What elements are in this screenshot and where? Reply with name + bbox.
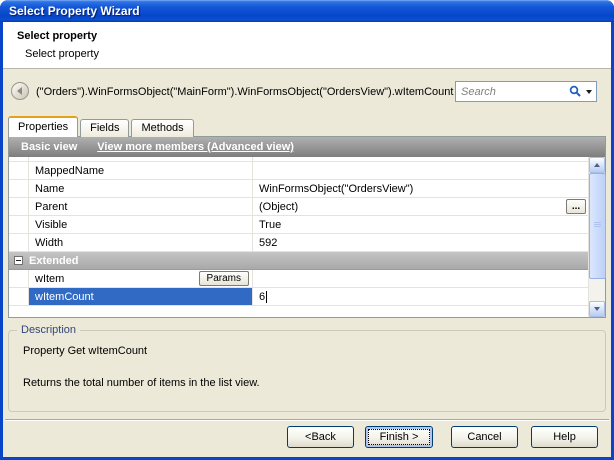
tab-label: Fields — [90, 122, 119, 134]
property-row-witemcount[interactable]: wItemCount 6 — [9, 288, 588, 306]
property-row-witem[interactable]: wItem Params — [9, 270, 588, 288]
tab-properties[interactable]: Properties — [8, 116, 78, 137]
scroll-up-icon — [594, 163, 600, 167]
search-box[interactable] — [455, 81, 597, 102]
tab-strip: Properties Fields Methods — [8, 116, 196, 137]
params-button[interactable]: Params — [199, 271, 249, 286]
row-gutter — [9, 198, 29, 215]
scrollbar-vertical[interactable] — [588, 157, 605, 317]
property-name: wItemCount — [29, 288, 253, 305]
property-row-mappedname[interactable]: MappedName — [9, 162, 588, 180]
category-row-extended[interactable]: Extended — [9, 252, 588, 270]
row-gutter — [9, 157, 29, 161]
scrollbar-thumb[interactable] — [589, 173, 606, 279]
search-icon[interactable] — [569, 85, 582, 98]
property-name-cell: wItem Params — [29, 270, 253, 287]
properties-panel: Basic view View more members (Advanced v… — [8, 136, 606, 318]
dialog-body: Select property Select property ("Orders… — [3, 22, 611, 457]
help-button[interactable]: Help — [531, 426, 598, 448]
cancel-button[interactable]: Cancel — [451, 426, 518, 448]
description-label: Description — [17, 324, 80, 336]
property-row-width[interactable]: Width 592 — [9, 234, 588, 252]
property-row-parent[interactable]: Parent (Object) ... — [9, 198, 588, 216]
scroll-down-icon — [594, 307, 600, 311]
property-value: (Object) — [259, 201, 298, 213]
property-value[interactable]: 592 — [253, 234, 588, 251]
property-value-cell[interactable]: (Object) ... — [253, 198, 588, 215]
property-name: MappedName — [29, 162, 253, 179]
advanced-view-link[interactable]: View more members (Advanced view) — [97, 141, 294, 153]
property-row-name[interactable]: Name WinFormsObject("OrdersView") — [9, 180, 588, 198]
chevron-down-icon[interactable] — [586, 90, 592, 94]
row-gutter — [9, 216, 29, 233]
property-value[interactable]: True — [253, 216, 588, 233]
tab-fields[interactable]: Fields — [80, 119, 129, 137]
title-bar[interactable]: Select Property Wizard — [0, 0, 614, 22]
property-grid-wrap: MappedName Name WinFormsObject("OrdersVi… — [9, 157, 605, 317]
wizard-window: Select Property Wizard Select property S… — [0, 0, 614, 460]
collapse-minus-icon[interactable] — [14, 256, 23, 265]
footer-divider — [5, 419, 609, 421]
description-text: Returns the total number of items in the… — [23, 377, 260, 389]
back-button[interactable]: <Back — [287, 426, 354, 448]
finish-button[interactable]: Finish > — [365, 426, 433, 448]
tab-label: Methods — [141, 122, 183, 134]
header-divider — [3, 68, 611, 69]
property-value-editor[interactable]: 6 — [253, 288, 588, 305]
scroll-down-button[interactable] — [589, 301, 605, 317]
row-gutter — [9, 180, 29, 197]
tab-methods[interactable]: Methods — [131, 119, 193, 137]
property-name: Parent — [29, 198, 253, 215]
property-name: wItem — [35, 273, 64, 285]
object-path: ("Orders").WinFormsObject("MainForm").Wi… — [36, 86, 453, 98]
property-name: Visible — [29, 216, 253, 233]
row-gutter — [9, 234, 29, 251]
category-label: Extended — [29, 255, 79, 267]
description-groupbox: Description Property Get wItemCount Retu… — [8, 330, 606, 412]
tab-label: Properties — [18, 121, 68, 133]
page-subtitle: Select property — [25, 48, 99, 60]
property-name: Name — [29, 180, 253, 197]
view-label: Basic view — [21, 141, 77, 153]
property-value — [253, 157, 588, 161]
window-title: Select Property Wizard — [9, 4, 140, 18]
view-header-bar: Basic view View more members (Advanced v… — [9, 137, 605, 157]
scrollbar-track[interactable] — [589, 173, 605, 301]
property-value[interactable]: WinFormsObject("OrdersView") — [253, 180, 588, 197]
search-input[interactable] — [461, 86, 569, 98]
row-gutter — [9, 162, 29, 179]
text-caret — [266, 291, 267, 303]
row-gutter — [9, 270, 29, 287]
property-value[interactable] — [253, 162, 588, 179]
scroll-up-button[interactable] — [589, 157, 605, 173]
page-title: Select property — [17, 30, 97, 42]
property-row-visible[interactable]: Visible True — [9, 216, 588, 234]
description-signature: Property Get wItemCount — [23, 345, 147, 357]
back-nav-button[interactable] — [11, 82, 29, 100]
property-name: Width — [29, 234, 253, 251]
back-arrow-icon — [17, 87, 22, 95]
property-name — [29, 157, 253, 161]
row-gutter — [9, 288, 29, 305]
wizard-header: Select property Select property — [3, 22, 611, 68]
property-value[interactable] — [253, 270, 588, 287]
property-grid: MappedName Name WinFormsObject("OrdersVi… — [9, 157, 588, 317]
property-value: 6 — [259, 291, 265, 303]
ellipsis-button[interactable]: ... — [566, 199, 586, 214]
